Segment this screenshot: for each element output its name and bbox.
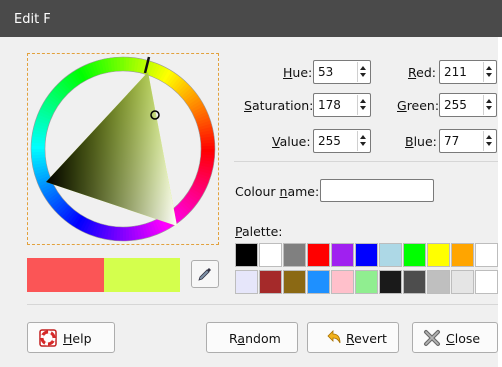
palette-swatch[interactable] [307, 270, 330, 294]
hue-value[interactable]: 53 [318, 65, 333, 79]
palette-swatch[interactable] [283, 270, 306, 294]
revert-button[interactable]: Revert [307, 322, 399, 353]
green-spin-arrows[interactable] [483, 95, 495, 115]
previous-colour-swatch [27, 258, 104, 292]
eyedropper-button[interactable] [191, 260, 219, 288]
help-button[interactable]: Help [27, 322, 115, 353]
palette-swatch[interactable] [451, 243, 474, 267]
palette-swatch[interactable] [307, 243, 330, 267]
window-title: Edit F [14, 12, 51, 27]
blue-label: Blue: [405, 134, 437, 149]
palette-swatch[interactable] [427, 243, 450, 267]
palette-swatch[interactable] [259, 243, 282, 267]
separator [234, 161, 498, 162]
blue-value[interactable]: 77 [444, 134, 459, 148]
green-label: Green: [397, 98, 440, 113]
undo-arrow-icon [327, 330, 341, 344]
green-spinbox[interactable]: 255 [439, 93, 497, 117]
window-edge [498, 37, 502, 367]
lifebuoy-icon [39, 329, 57, 347]
eyedropper-icon [198, 268, 211, 281]
colour-dialog: Hue: 53 Saturation: 178 Value: 255 Red: … [0, 37, 502, 367]
palette-swatch[interactable] [355, 243, 378, 267]
colour-name-label: Colour name: [235, 184, 320, 199]
palette-swatch[interactable] [451, 270, 474, 294]
palette-swatch[interactable] [379, 270, 402, 294]
palette-swatch[interactable] [475, 270, 498, 294]
saturation-spinbox[interactable]: 178 [313, 93, 371, 117]
saturation-spin-arrows[interactable] [357, 95, 369, 115]
hue-label: Hue: [283, 65, 313, 80]
palette-swatch[interactable] [331, 270, 354, 294]
saturation-label: Saturation: [244, 98, 314, 113]
red-spin-arrows[interactable] [483, 62, 495, 82]
palette-swatch[interactable] [259, 270, 282, 294]
palette-swatch[interactable] [235, 243, 258, 267]
palette-swatch[interactable] [403, 243, 426, 267]
red-value[interactable]: 211 [444, 65, 467, 79]
random-button[interactable]: Random [206, 322, 298, 353]
palette-swatch[interactable] [475, 243, 498, 267]
green-value[interactable]: 255 [444, 98, 467, 112]
palette-swatch[interactable] [379, 243, 402, 267]
current-colour-swatch [104, 258, 180, 292]
title-bar: Edit F [0, 0, 502, 37]
value-spinbox[interactable]: 255 [313, 129, 371, 153]
value-label: Value: [272, 134, 311, 149]
colour-wheel-picker[interactable] [27, 53, 219, 245]
palette-swatch[interactable] [235, 270, 258, 294]
palette-swatch[interactable] [331, 243, 354, 267]
blue-spinbox[interactable]: 77 [439, 129, 497, 153]
colour-wheel[interactable] [28, 54, 218, 244]
palette-label: Palette: [235, 224, 283, 239]
palette-swatch[interactable] [283, 243, 306, 267]
value-spin-arrows[interactable] [357, 131, 369, 151]
palette-swatch[interactable] [403, 270, 426, 294]
hue-spin-arrows[interactable] [357, 62, 369, 82]
saturation-value[interactable]: 178 [318, 98, 341, 112]
red-label: Red: [408, 65, 436, 80]
palette-grid [235, 243, 498, 297]
bottom-separator [27, 304, 498, 305]
close-x-icon [424, 330, 440, 346]
palette-swatch[interactable] [355, 270, 378, 294]
colour-name-input[interactable] [320, 179, 434, 202]
value-value[interactable]: 255 [318, 134, 341, 148]
blue-spin-arrows[interactable] [483, 131, 495, 151]
palette-swatch[interactable] [427, 270, 450, 294]
hue-spinbox[interactable]: 53 [313, 60, 371, 84]
red-spinbox[interactable]: 211 [439, 60, 497, 84]
close-button[interactable]: Close [412, 322, 498, 353]
